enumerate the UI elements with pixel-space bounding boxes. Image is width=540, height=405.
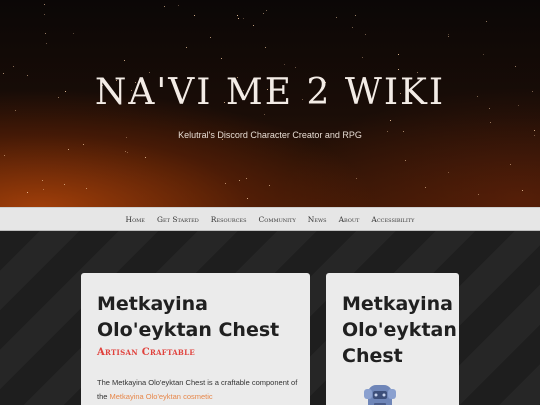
star-dot: [362, 57, 363, 58]
star-dot: [365, 34, 366, 35]
chest-armor-icon: [364, 385, 396, 405]
star-dot: [210, 37, 211, 38]
star-dot: [425, 187, 426, 188]
star-dot: [295, 67, 296, 68]
star-dot: [186, 47, 187, 48]
star-dot: [64, 184, 65, 185]
star-dot: [68, 149, 69, 150]
main-navbar: Home Get Started Resources Community New…: [0, 207, 540, 231]
infobox-title: Metkayina Olo'eyktan Chest: [342, 293, 457, 367]
star-dot: [225, 183, 226, 184]
star-dot: [265, 47, 266, 48]
article-title: Metkayina Olo'eyktan Chest: [97, 293, 280, 341]
star-dot: [164, 6, 165, 7]
star-dot: [238, 18, 239, 19]
star-dot: [44, 4, 45, 5]
star-dot: [239, 180, 240, 181]
star-dot: [124, 60, 125, 61]
star-dot: [125, 151, 126, 152]
star-dot: [178, 5, 179, 6]
site-subtitle: Kelutral's Discord Character Creator and…: [178, 130, 362, 140]
article-card: Metkayina Olo'eyktan Chest Artisan Craft…: [81, 273, 310, 405]
hero-banner: NA'VI ME 2 WIKI Kelutral's Discord Chara…: [0, 0, 540, 207]
star-dot: [448, 36, 449, 37]
star-dot: [510, 164, 511, 165]
star-dot: [352, 27, 353, 28]
star-dot: [390, 120, 391, 121]
article-body: The Metkayina Olo'eyktan Chest is a craf…: [97, 376, 302, 404]
star-dot: [13, 66, 14, 67]
star-dot: [486, 21, 487, 22]
star-dot: [448, 34, 449, 35]
nav-resources[interactable]: Resources: [211, 215, 247, 224]
star-dot: [336, 17, 337, 18]
star-dot: [243, 18, 244, 19]
star-dot: [398, 54, 399, 55]
star-dot: [27, 192, 28, 193]
nav-accessibility[interactable]: Accessibility: [371, 215, 414, 224]
star-dot: [246, 178, 247, 179]
nav-news[interactable]: News: [308, 215, 327, 224]
star-dot: [490, 122, 491, 123]
nav-home[interactable]: Home: [126, 215, 145, 224]
star-dot: [448, 172, 449, 173]
star-dot: [247, 198, 248, 199]
star-dot: [86, 188, 87, 189]
nav-about[interactable]: About: [339, 215, 360, 224]
star-dot: [263, 13, 264, 14]
star-dot: [522, 190, 523, 191]
star-dot: [73, 33, 74, 34]
star-dot: [478, 194, 479, 195]
star-dot: [45, 33, 46, 34]
infobox-card: Metkayina Olo'eyktan Chest: [326, 273, 459, 405]
star-dot: [4, 155, 5, 156]
star-dot: [44, 14, 45, 15]
site-title[interactable]: NA'VI ME 2 WIKI: [0, 72, 540, 113]
star-dot: [356, 178, 357, 179]
star-dot: [46, 43, 47, 44]
star-dot: [269, 185, 270, 186]
nav-get-started[interactable]: Get Started: [157, 215, 199, 224]
star-dot: [264, 114, 265, 115]
nav-community[interactable]: Community: [259, 215, 296, 224]
star-dot: [145, 157, 146, 158]
star-dot: [398, 69, 399, 70]
star-dot: [83, 144, 84, 145]
star-dot: [42, 180, 43, 181]
star-dot: [253, 25, 254, 26]
cosmetic-link[interactable]: Metkayina Olo'eyktan cosmetic: [110, 392, 213, 401]
star-dot: [221, 58, 222, 59]
star-dot: [266, 10, 267, 11]
star-dot: [483, 54, 484, 55]
star-dot: [127, 152, 128, 153]
star-dot: [43, 189, 44, 190]
star-dot: [355, 15, 356, 16]
star-dot: [194, 15, 195, 16]
star-dot: [237, 15, 238, 16]
star-dot: [515, 66, 516, 67]
star-dot: [284, 64, 285, 65]
artisan-craftable-tag: Artisan Craftable: [97, 347, 196, 358]
star-dot: [405, 160, 406, 161]
